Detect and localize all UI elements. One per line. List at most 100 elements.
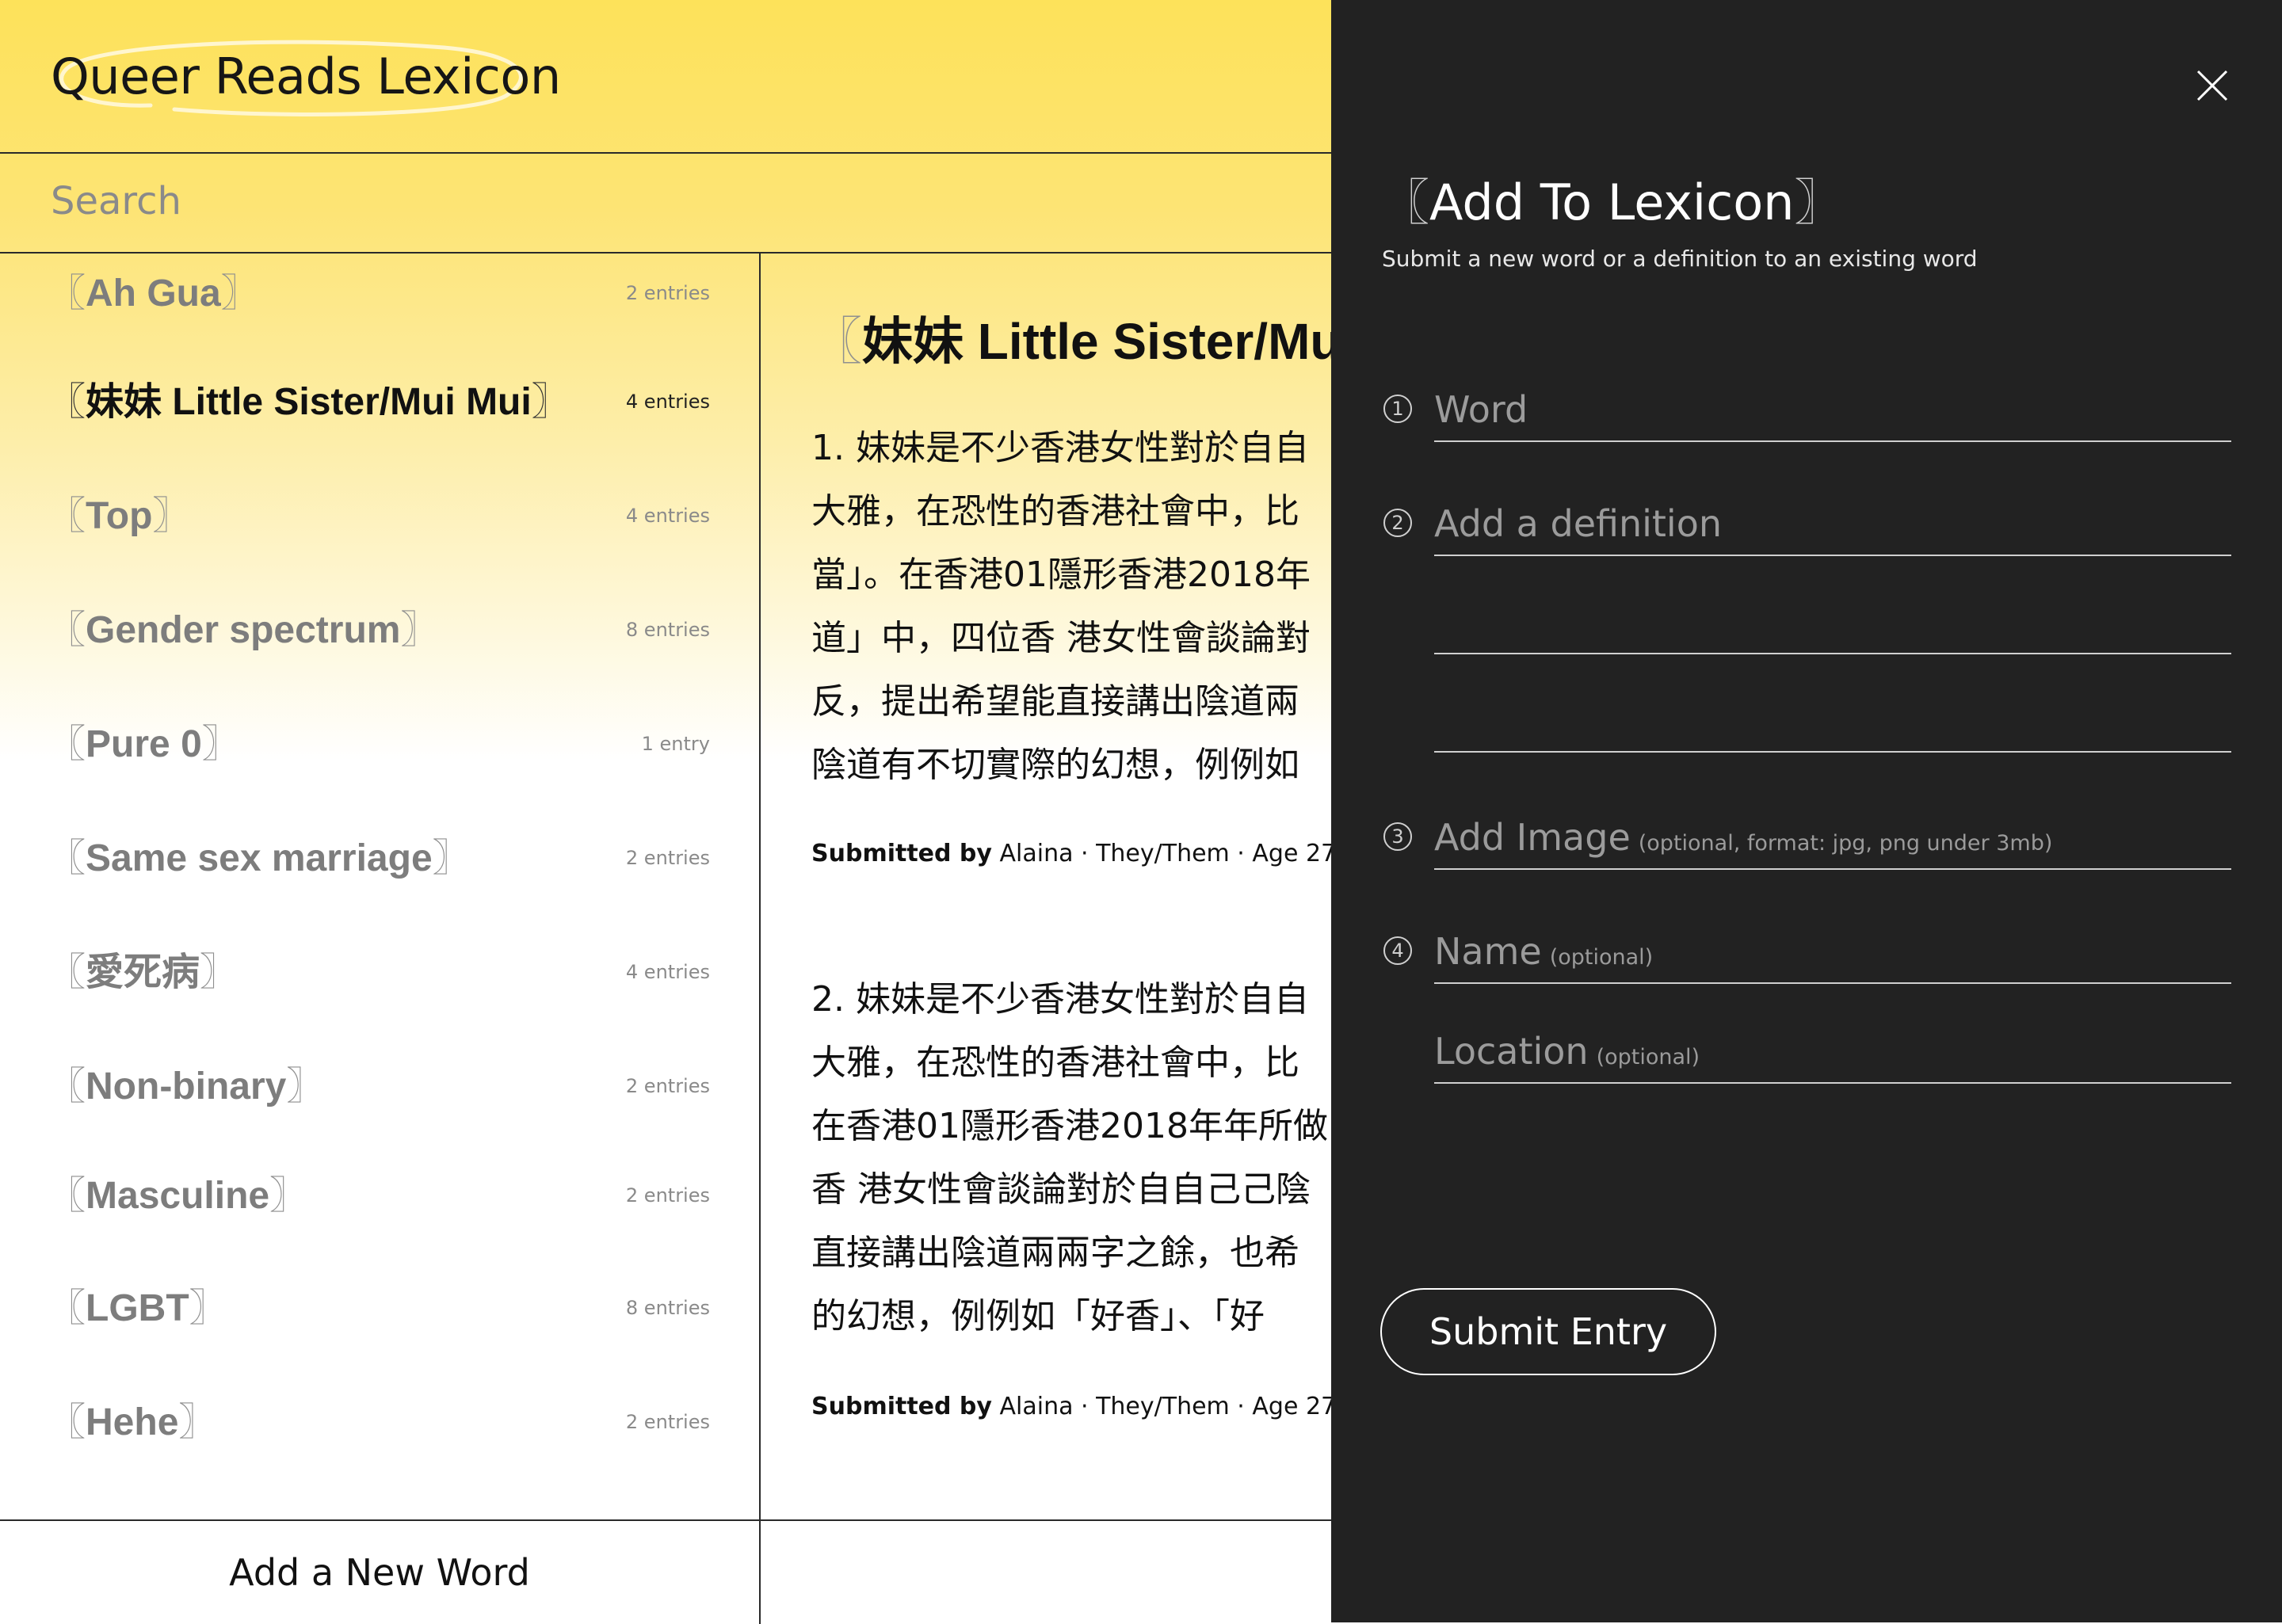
bracket-open: 〖 <box>48 1400 86 1444</box>
bracket-close: 〗 <box>1794 173 1844 231</box>
entry-count: 4 entries <box>625 391 710 413</box>
entry-count: 2 entries <box>625 282 710 304</box>
word-text: 妹妹 Little Sister/Mui Mui <box>86 381 532 423</box>
step-number-3: 3 <box>1383 822 1412 851</box>
entry-count: 4 entries <box>625 961 710 983</box>
bracket-open: 〖 <box>48 379 86 424</box>
word-list-item-selected[interactable]: 〖妹妹 Little Sister/Mui Mui〗 4 entries <box>0 362 759 441</box>
word-list-item[interactable]: 〖Masculine〗 2 entries <box>0 1156 759 1235</box>
bracket-open: 〖 <box>48 1173 86 1218</box>
word-label: 〖愛死病〗 <box>48 932 238 1012</box>
word-label: 〖Ah Gua〗 <box>48 254 259 334</box>
word-text: Non-binary <box>86 1066 287 1107</box>
definition-field-line[interactable] <box>1434 653 2231 654</box>
bracket-open: 〖 <box>48 271 86 315</box>
bracket-close: 〗 <box>432 836 471 880</box>
entry-submitted-by: Submitted by Alaina · They/Them · Age 27… <box>811 1393 1331 1420</box>
entry-count: 8 entries <box>625 619 710 641</box>
bracket-open: 〖 <box>48 1064 86 1108</box>
bracket-close: 〗 <box>400 608 439 652</box>
detail-title-text: 妹妹 Little Sister/Mui <box>862 313 1331 370</box>
lexicon-app: Queer Reads Lexicon 〖Ah Gua〗 2 entries 〖… <box>0 0 1331 1624</box>
bracket-close: 〗 <box>269 1173 308 1218</box>
definition-field-label: Add a definition <box>1434 502 1723 545</box>
word-text: Pure 0 <box>86 723 202 765</box>
entry-count: 8 entries <box>625 1297 710 1319</box>
word-list-item[interactable]: 〖Pure 0〗 1 entry <box>0 704 759 783</box>
definition-field-line[interactable] <box>1434 751 2231 753</box>
bracket-open: 〖 <box>48 950 86 994</box>
submitter-info: Alaina · They/Them · Age 27 · <box>999 840 1331 867</box>
location-field[interactable]: Location (optional) <box>1434 1022 2231 1084</box>
bracket-open: 〖 <box>811 313 862 372</box>
detail-title: 〖妹妹 Little Sister/Mui <box>811 301 1331 374</box>
name-field[interactable]: Name (optional) <box>1434 922 2231 984</box>
app-title[interactable]: Queer Reads Lexicon <box>51 48 561 105</box>
header: Queer Reads Lexicon <box>0 0 1331 154</box>
step-number-2: 2 <box>1383 509 1412 537</box>
bracket-close: 〗 <box>220 271 259 315</box>
close-icon[interactable] <box>2190 63 2234 108</box>
entry-count: 4 entries <box>625 505 710 527</box>
word-text: 愛死病 <box>86 951 200 993</box>
word-label: 〖Pure 0〗 <box>48 704 240 784</box>
word-list-item[interactable]: 〖Hehe〗 2 entries <box>0 1382 759 1462</box>
word-field-label: Word <box>1434 388 1528 431</box>
bracket-close: 〗 <box>178 1400 217 1444</box>
image-field-label: Add Image (optional, format: jpg, png und… <box>1434 816 2052 859</box>
image-label-text: Add Image <box>1434 816 1631 859</box>
word-label: 〖LGBT〗 <box>48 1268 227 1348</box>
word-text: LGBT <box>86 1287 189 1329</box>
bracket-close: 〗 <box>189 1286 227 1330</box>
word-list-item[interactable]: 〖Top〗 4 entries <box>0 476 759 555</box>
word-text: Hehe <box>86 1401 179 1443</box>
submitter-info: Alaina · They/Them · Age 27 · <box>999 1393 1331 1420</box>
entry-definition: 2. 妹妹是不少香港女性對於自自 大雅，在恐性的香港社會中，比 在香港01隱形香… <box>811 979 1328 1336</box>
panel-subtitle: Submit a new word or a definition to an … <box>1382 246 1978 272</box>
panel-title: 〖Add To Lexicon〗 <box>1380 162 1844 234</box>
add-to-lexicon-panel: 〖Add To Lexicon〗 Submit a new word or a … <box>1331 0 2282 1622</box>
submit-entry-button[interactable]: Submit Entry <box>1380 1288 1716 1375</box>
panel-title-text: Add To Lexicon <box>1429 173 1795 231</box>
word-text: Ah Gua <box>86 273 221 315</box>
word-list-item[interactable]: 〖LGBT〗 8 entries <box>0 1268 759 1348</box>
word-label: 〖妹妹 Little Sister/Mui Mui〗 <box>48 362 570 442</box>
word-field[interactable]: Word <box>1434 380 2231 442</box>
word-label: 〖Same sex marriage〗 <box>48 818 471 898</box>
search-input[interactable] <box>51 176 1239 227</box>
word-label: 〖Top〗 <box>48 476 190 556</box>
entry-count: 2 entries <box>625 1075 710 1097</box>
word-label: 〖Non-binary〗 <box>48 1046 324 1127</box>
definition-field[interactable]: Add a definition <box>1434 494 2231 556</box>
bracket-open: 〖 <box>1380 173 1430 231</box>
name-field-hint: (optional) <box>1549 945 1654 970</box>
bracket-close: 〗 <box>286 1064 325 1108</box>
bracket-open: 〖 <box>48 836 86 880</box>
name-label-text: Name <box>1434 930 1542 973</box>
location-label-text: Location <box>1434 1030 1589 1073</box>
word-list-item[interactable]: 〖愛死病〗 4 entries <box>0 932 759 1012</box>
word-list-item[interactable]: 〖Ah Gua〗 2 entries <box>0 254 759 333</box>
image-upload-field[interactable]: Add Image (optional, format: jpg, png und… <box>1434 808 2231 870</box>
word-list: 〖Ah Gua〗 2 entries 〖妹妹 Little Sister/Mui… <box>0 254 761 1519</box>
submitted-by-label: Submitted by <box>811 840 992 867</box>
bracket-close: 〗 <box>152 494 191 538</box>
word-list-item[interactable]: 〖Gender spectrum〗 8 entries <box>0 590 759 669</box>
word-text: Masculine <box>86 1175 270 1217</box>
entry-submitted-by: Submitted by Alaina · They/Them · Age 27… <box>811 840 1331 867</box>
bracket-close: 〗 <box>200 950 239 994</box>
entry-count: 1 entry <box>641 733 710 755</box>
step-number-4: 4 <box>1383 936 1412 965</box>
search-bar <box>0 152 1331 254</box>
footer: Add a New Word <box>0 1519 1331 1624</box>
word-list-item[interactable]: 〖Same sex marriage〗 2 entries <box>0 818 759 898</box>
word-label: 〖Hehe〗 <box>48 1382 216 1462</box>
word-label: 〖Gender spectrum〗 <box>48 590 438 670</box>
add-new-word-button[interactable]: Add a New Word <box>0 1521 761 1624</box>
bracket-close: 〗 <box>201 722 240 766</box>
submitted-by-label: Submitted by <box>811 1393 992 1420</box>
word-text: Gender spectrum <box>86 609 401 651</box>
name-field-label: Name (optional) <box>1434 930 1653 973</box>
location-field-hint: (optional) <box>1596 1045 1700 1069</box>
word-list-item[interactable]: 〖Non-binary〗 2 entries <box>0 1046 759 1126</box>
